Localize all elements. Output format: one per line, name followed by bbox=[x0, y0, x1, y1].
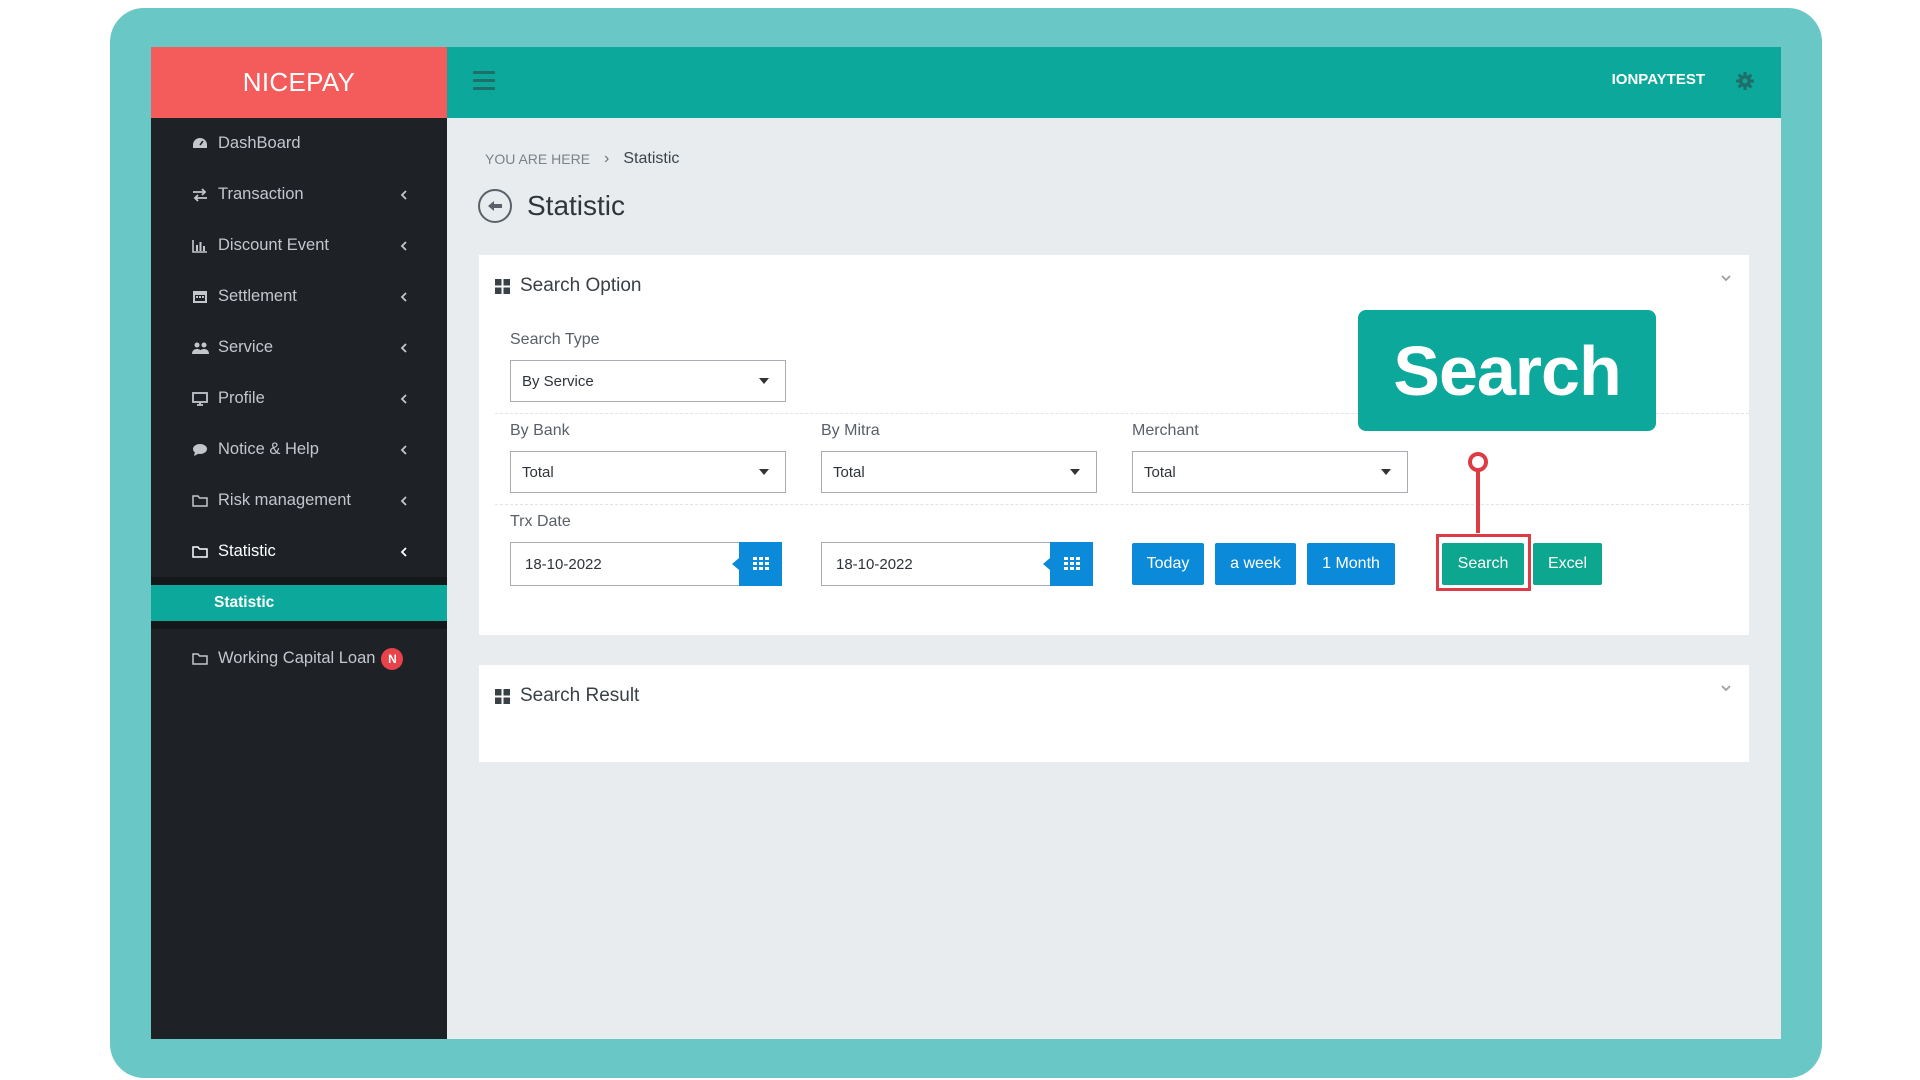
main-content: YOU ARE HERE › Statistic Statistic Searc… bbox=[447, 118, 1781, 1039]
sidebar-item-dashboard[interactable]: DashBoard bbox=[151, 118, 447, 169]
sidebar: NICEPAY DashBoard Transaction Discount E… bbox=[151, 47, 447, 1039]
trx-date-to-value: 18-10-2022 bbox=[836, 555, 913, 573]
breadcrumb-prefix: YOU ARE HERE bbox=[485, 151, 591, 167]
sidebar-item-label: Profile bbox=[218, 389, 265, 407]
search-type-value: By Service bbox=[522, 372, 594, 390]
hamburger-icon[interactable] bbox=[473, 71, 495, 91]
sidebar-item-label: Settlement bbox=[218, 287, 297, 305]
sidebar-subitem-statistic[interactable]: Statistic bbox=[151, 585, 447, 621]
users-icon bbox=[191, 340, 209, 356]
merchant-select[interactable]: Total bbox=[1132, 451, 1408, 493]
trx-date-label: Trx Date bbox=[510, 513, 571, 530]
panel-title: Search Result bbox=[520, 685, 640, 706]
sidebar-item-label: Notice & Help bbox=[218, 440, 319, 458]
sidebar-item-label: Discount Event bbox=[218, 236, 329, 254]
panel-header: Search Result bbox=[495, 685, 639, 707]
sidebar-item-label: DashBoard bbox=[218, 134, 301, 152]
excel-button[interactable]: Excel bbox=[1533, 543, 1602, 585]
gear-icon[interactable] bbox=[1735, 71, 1755, 91]
trx-date-from-input[interactable]: 18-10-2022 bbox=[510, 542, 782, 586]
merchant-value: Total bbox=[1144, 463, 1176, 481]
chevron-left-icon bbox=[400, 546, 407, 557]
sidebar-item-label: Risk management bbox=[218, 491, 351, 509]
sidebar-item-label: Statistic bbox=[218, 542, 276, 560]
folder-icon bbox=[191, 544, 209, 560]
callout-anchor-dot bbox=[1468, 452, 1488, 472]
caret-down-icon bbox=[1070, 469, 1080, 475]
month-button[interactable]: 1 Month bbox=[1307, 543, 1395, 585]
trx-date-from-value: 18-10-2022 bbox=[525, 555, 602, 573]
calendar-button[interactable] bbox=[1043, 542, 1093, 586]
folder-icon bbox=[191, 493, 209, 509]
dashboard-icon bbox=[191, 136, 209, 152]
caret-down-icon bbox=[759, 378, 769, 384]
by-mitra-value: Total bbox=[833, 463, 865, 481]
bar-chart-icon bbox=[191, 238, 209, 254]
chevron-left-icon bbox=[400, 291, 407, 302]
search-highlight-box bbox=[1436, 534, 1531, 591]
divider bbox=[495, 504, 1749, 505]
chevron-left-icon bbox=[400, 393, 407, 404]
today-button[interactable]: Today bbox=[1132, 543, 1204, 585]
by-bank-select[interactable]: Total bbox=[510, 451, 786, 493]
breadcrumb: YOU ARE HERE › Statistic bbox=[485, 150, 679, 168]
grid-icon bbox=[495, 688, 510, 704]
chevron-left-icon bbox=[400, 495, 407, 506]
sidebar-item-statistic[interactable]: Statistic bbox=[151, 526, 447, 577]
monitor-icon bbox=[191, 391, 209, 407]
panel-title: Search Option bbox=[520, 275, 642, 296]
topbar: IONPAYTEST bbox=[447, 47, 1781, 118]
page-title: Statistic bbox=[527, 190, 626, 221]
breadcrumb-current[interactable]: Statistic bbox=[623, 150, 679, 168]
chevron-down-icon[interactable] bbox=[1719, 271, 1733, 285]
chevron-right-icon: › bbox=[604, 150, 610, 167]
sidebar-item-label: Working Capital Loan bbox=[218, 649, 376, 667]
sidebar-item-transaction[interactable]: Transaction bbox=[151, 169, 447, 220]
sidebar-item-profile[interactable]: Profile bbox=[151, 373, 447, 424]
grid-icon bbox=[495, 278, 510, 294]
by-mitra-select[interactable]: Total bbox=[821, 451, 1097, 493]
sidebar-item-risk-management[interactable]: Risk management bbox=[151, 475, 447, 526]
new-badge: N bbox=[381, 647, 404, 670]
calendar-button[interactable] bbox=[732, 542, 782, 586]
chevron-down-icon[interactable] bbox=[1719, 681, 1733, 695]
search-type-label: Search Type bbox=[510, 331, 600, 348]
sidebar-item-notice-help[interactable]: Notice & Help bbox=[151, 424, 447, 475]
search-callout-label: Search bbox=[1358, 310, 1656, 431]
sidebar-item-discount-event[interactable]: Discount Event bbox=[151, 220, 447, 271]
trx-date-to-input[interactable]: 18-10-2022 bbox=[821, 542, 1093, 586]
sidebar-item-working-capital-loan[interactable]: Working Capital Loan N bbox=[151, 633, 447, 684]
brand-logo: NICEPAY bbox=[151, 47, 447, 118]
calendar-grid-icon bbox=[1063, 557, 1080, 570]
comment-icon bbox=[191, 442, 209, 458]
chevron-left-icon bbox=[400, 342, 407, 353]
chevron-left-icon bbox=[400, 189, 407, 200]
sidebar-item-service[interactable]: Service bbox=[151, 322, 447, 373]
week-button[interactable]: a week bbox=[1215, 543, 1296, 585]
exchange-icon bbox=[191, 187, 209, 203]
calendar-icon bbox=[191, 289, 209, 305]
caret-down-icon bbox=[1381, 469, 1391, 475]
sidebar-item-label: Service bbox=[218, 338, 274, 356]
search-option-panel: Search Option Search Type By Service By … bbox=[479, 255, 1749, 635]
sidebar-item-settlement[interactable]: Settlement bbox=[151, 271, 447, 322]
by-bank-label: By Bank bbox=[510, 422, 570, 439]
page-title-row: Statistic bbox=[477, 188, 625, 224]
calendar-grid-icon bbox=[752, 557, 769, 570]
folder-icon bbox=[191, 651, 209, 667]
chevron-left-icon bbox=[400, 240, 407, 251]
merchant-label: Merchant bbox=[1132, 422, 1199, 439]
search-result-panel: Search Result bbox=[479, 665, 1749, 762]
chevron-left-icon bbox=[400, 444, 407, 455]
panel-header: Search Option bbox=[495, 275, 641, 297]
caret-down-icon bbox=[759, 469, 769, 475]
by-bank-value: Total bbox=[522, 463, 554, 481]
app-screen: NICEPAY DashBoard Transaction Discount E… bbox=[151, 47, 1781, 1039]
sidebar-item-label: Transaction bbox=[218, 185, 304, 203]
back-arrow-icon[interactable] bbox=[477, 188, 513, 224]
sidebar-submenu: Statistic bbox=[151, 577, 447, 629]
user-name[interactable]: IONPAYTEST bbox=[1612, 71, 1705, 88]
by-mitra-label: By Mitra bbox=[821, 422, 880, 439]
search-type-select[interactable]: By Service bbox=[510, 360, 786, 402]
